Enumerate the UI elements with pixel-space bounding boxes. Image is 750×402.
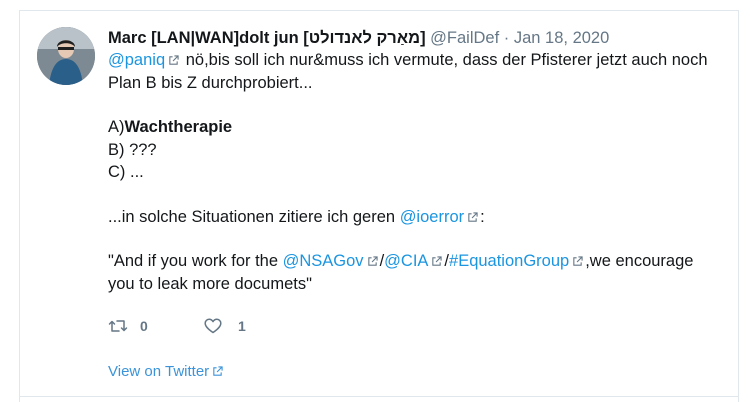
body-text: nö,bis soll ich nur&muss ich vermute, da… xyxy=(185,51,708,69)
mention-nsagov[interactable]: @NSAGov xyxy=(283,252,364,270)
body-line: C) ... xyxy=(108,163,144,181)
view-on-twitter-label: View on Twitter xyxy=(108,363,210,380)
external-link-icon xyxy=(468,211,478,222)
external-link-icon xyxy=(367,256,378,266)
user-handle[interactable]: @FailDef xyxy=(430,29,499,47)
view-on-twitter-link[interactable]: View on Twitter xyxy=(108,362,225,382)
divider xyxy=(19,396,739,397)
retweet-icon xyxy=(108,320,128,332)
hashtag-equationgroup[interactable]: #EquationGroup xyxy=(449,252,569,270)
external-link-icon xyxy=(169,55,179,65)
body-text: "And if you work for the xyxy=(108,252,279,270)
body-line: B) ??? xyxy=(108,140,157,159)
external-link-icon xyxy=(213,366,223,376)
tweet-actions: 0 1 xyxy=(108,315,246,337)
mention-ioerror[interactable]: @ioerror xyxy=(400,208,464,226)
body-text: ...in solche Situationen zitiere ich ger… xyxy=(108,207,396,226)
body-line: Plan B bis Z durchprobiert... xyxy=(108,73,313,92)
display-name[interactable]: Marc [LAN|WAN]dolt jun [מאַרק לאנדולט] xyxy=(108,29,426,47)
body-line: ...in solche Situationen zitiere ich ger… xyxy=(108,206,723,229)
body-text: : xyxy=(480,207,485,226)
body-text: ,we encourage xyxy=(585,252,694,270)
like-count: 1 xyxy=(238,318,246,334)
retweet-button[interactable]: 0 xyxy=(108,318,178,334)
like-button[interactable]: 1 xyxy=(178,318,246,334)
body-line: @paniq nö,bis soll ich nur&muss ich verm… xyxy=(108,49,723,72)
body-line: A)Wachtherapie xyxy=(108,116,723,139)
body-line: "And if you work for the @NSAGov/@CIA/#E… xyxy=(108,250,723,273)
tweet-date[interactable]: Jan 18, 2020 xyxy=(514,29,609,47)
external-link-icon xyxy=(432,256,443,266)
tweet-body: @paniq nö,bis soll ich nur&muss ich verm… xyxy=(108,49,723,295)
body-bold-text: Wachtherapie xyxy=(124,118,233,136)
tweet-header: Marc [LAN|WAN]dolt jun [מאַרק לאנדולט] @… xyxy=(108,27,609,49)
mention-paniq[interactable]: @paniq xyxy=(108,51,165,69)
retweet-count: 0 xyxy=(140,318,148,334)
external-link-icon xyxy=(573,256,583,266)
body-text: A) xyxy=(108,118,125,136)
heart-icon xyxy=(204,318,222,334)
avatar[interactable] xyxy=(37,27,95,85)
body-line: you to leak more documets" xyxy=(108,274,312,293)
mention-cia[interactable]: @CIA xyxy=(384,252,428,270)
separator: · xyxy=(503,29,510,47)
